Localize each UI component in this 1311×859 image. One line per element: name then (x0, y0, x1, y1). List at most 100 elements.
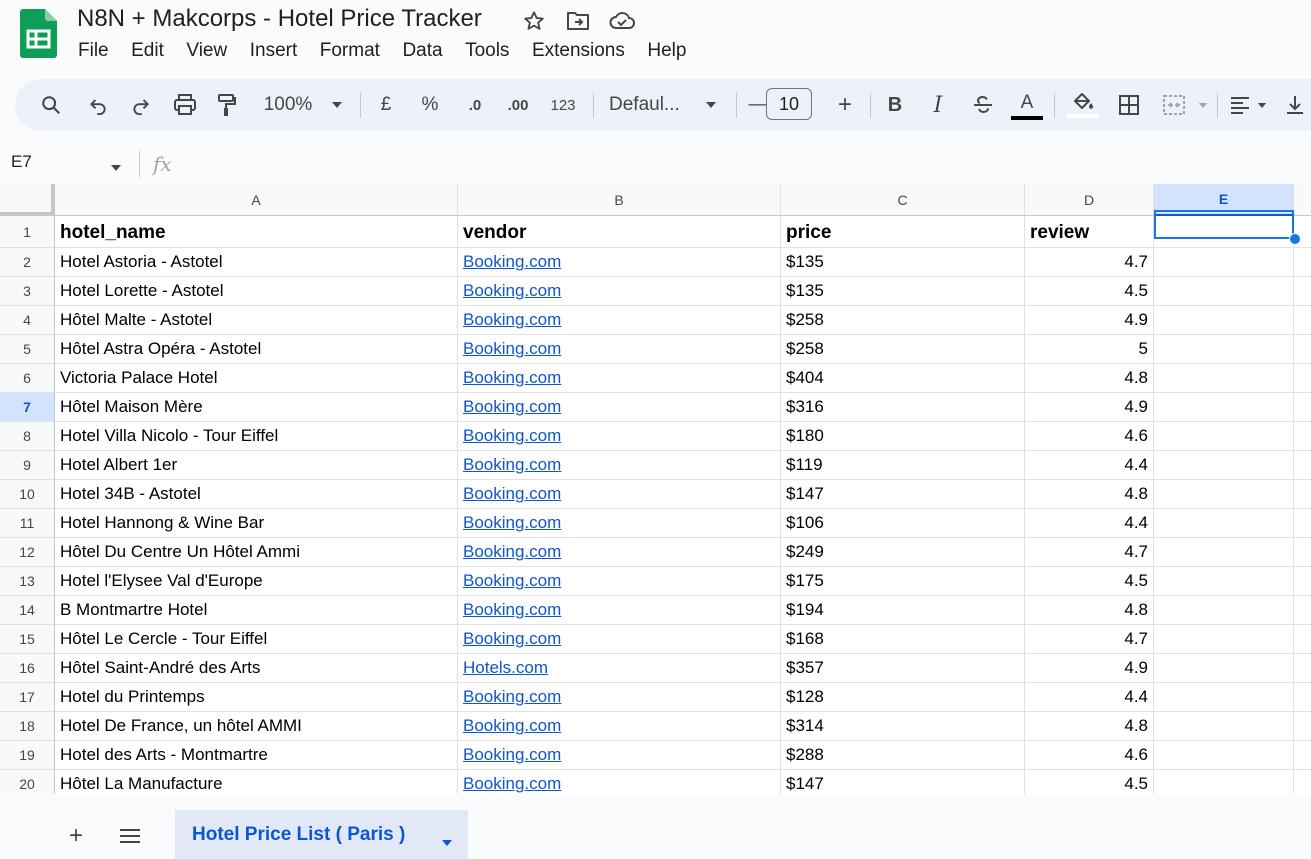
price-cell[interactable]: $180 (781, 422, 1025, 451)
menu-data[interactable]: Data (402, 40, 442, 62)
review-cell[interactable]: 4.7 (1025, 625, 1154, 654)
hotel-name-cell[interactable]: Hôtel Saint-André des Arts (55, 654, 458, 683)
price-cell[interactable]: $119 (781, 451, 1025, 480)
decrease-decimal-button[interactable]: .0 (460, 79, 490, 131)
vendor-link[interactable]: Booking.com (458, 248, 781, 277)
hotel-name-cell[interactable]: Hôtel Du Centre Un Hôtel Ammi (55, 538, 458, 567)
cell-e[interactable] (1154, 393, 1294, 422)
menu-format[interactable]: Format (320, 40, 380, 62)
decrease-font-size-button[interactable]: — (748, 79, 768, 131)
price-cell[interactable]: $249 (781, 538, 1025, 567)
cell-f[interactable] (1294, 538, 1311, 567)
name-box-dropdown-icon[interactable] (110, 159, 122, 177)
column-header-c[interactable]: C (781, 184, 1025, 216)
vendor-link[interactable]: Booking.com (458, 596, 781, 625)
hotel-name-cell[interactable]: Hotel Hannong & Wine Bar (55, 509, 458, 538)
vertical-align-icon[interactable] (1283, 79, 1307, 131)
column-header-f[interactable] (1294, 184, 1311, 216)
redo-icon[interactable] (128, 79, 154, 131)
cell-f[interactable] (1294, 364, 1311, 393)
hotel-name-cell[interactable]: Hotel du Printemps (55, 683, 458, 712)
font-dropdown-icon[interactable] (701, 79, 721, 131)
row-header[interactable]: 19 (0, 741, 55, 770)
cell-e[interactable] (1154, 451, 1294, 480)
currency-format-button[interactable]: £ (375, 79, 397, 131)
cell-e[interactable] (1154, 770, 1294, 794)
vendor-link[interactable]: Booking.com (458, 277, 781, 306)
cell-f[interactable] (1294, 712, 1311, 741)
price-cell[interactable]: $135 (781, 248, 1025, 277)
price-cell[interactable]: $404 (781, 364, 1025, 393)
cell-e[interactable] (1154, 248, 1294, 277)
merge-dropdown-icon[interactable] (1195, 79, 1211, 131)
vendor-link[interactable]: Booking.com (458, 712, 781, 741)
cell-e[interactable] (1154, 567, 1294, 596)
cell-f[interactable] (1294, 422, 1311, 451)
vendor-link[interactable]: Booking.com (458, 625, 781, 654)
cell-f[interactable] (1294, 480, 1311, 509)
hotel-name-cell[interactable]: Hôtel La Manufacture (55, 770, 458, 794)
cell-e[interactable] (1154, 596, 1294, 625)
align-dropdown-icon[interactable] (1255, 79, 1269, 131)
row-header[interactable]: 13 (0, 567, 55, 596)
cell-e[interactable] (1154, 422, 1294, 451)
cell-f[interactable] (1294, 683, 1311, 712)
document-title[interactable]: N8N + Makcorps - Hotel Price Tracker (77, 5, 482, 33)
hotel-name-cell[interactable]: B Montmartre Hotel (55, 596, 458, 625)
row-header[interactable]: 20 (0, 770, 55, 794)
cell-e[interactable] (1154, 741, 1294, 770)
row-header[interactable]: 14 (0, 596, 55, 625)
hotel-name-cell[interactable]: Hôtel Astra Opéra - Astotel (55, 335, 458, 364)
cell-f[interactable] (1294, 306, 1311, 335)
price-cell[interactable]: $258 (781, 335, 1025, 364)
hotel-name-cell[interactable]: Hotel des Arts - Montmartre (55, 741, 458, 770)
move-folder-icon[interactable] (563, 8, 593, 34)
vendor-link[interactable]: Hotels.com (458, 654, 781, 683)
paint-format-icon[interactable] (214, 79, 240, 131)
menu-file[interactable]: File (78, 40, 109, 62)
hotel-name-cell[interactable]: Victoria Palace Hotel (55, 364, 458, 393)
vendor-link[interactable]: Booking.com (458, 741, 781, 770)
cell-f[interactable] (1294, 741, 1311, 770)
hotel-name-cell[interactable]: Hotel Albert 1er (55, 451, 458, 480)
row-header[interactable]: 8 (0, 422, 55, 451)
cell-e[interactable] (1154, 364, 1294, 393)
hotel-name-cell[interactable]: Hotel l'Elysee Val d'Europe (55, 567, 458, 596)
vendor-link[interactable]: Booking.com (458, 538, 781, 567)
review-cell[interactable]: 4.9 (1025, 306, 1154, 335)
cell-e[interactable] (1154, 625, 1294, 654)
vendor-link[interactable]: Booking.com (458, 306, 781, 335)
review-cell[interactable]: 4.7 (1025, 538, 1154, 567)
vendor-link[interactable]: Booking.com (458, 393, 781, 422)
selected-cell-e7[interactable] (1154, 210, 1294, 239)
merge-cells-icon[interactable] (1160, 79, 1188, 131)
borders-icon[interactable] (1116, 79, 1142, 131)
sheets-logo-icon[interactable] (20, 9, 57, 58)
price-cell[interactable]: $357 (781, 654, 1025, 683)
star-icon[interactable] (519, 8, 549, 34)
select-all-corner[interactable] (0, 184, 55, 216)
hotel-name-cell[interactable]: Hôtel Maison Mère (55, 393, 458, 422)
menu-view[interactable]: View (186, 40, 227, 62)
price-cell[interactable]: $106 (781, 509, 1025, 538)
cell-e[interactable] (1154, 480, 1294, 509)
menu-edit[interactable]: Edit (131, 40, 164, 62)
vendor-link[interactable]: Booking.com (458, 335, 781, 364)
all-sheets-icon[interactable] (114, 820, 146, 852)
strikethrough-icon[interactable] (970, 79, 996, 131)
hotel-name-cell[interactable]: Hotel De France, un hôtel AMMI (55, 712, 458, 741)
row-header[interactable]: 11 (0, 509, 55, 538)
add-sheet-button[interactable]: + (60, 820, 92, 852)
vendor-link[interactable]: Booking.com (458, 480, 781, 509)
text-color-button[interactable]: A (1011, 79, 1043, 131)
increase-font-size-button[interactable]: + (833, 79, 857, 131)
cloud-status-icon[interactable] (607, 8, 637, 34)
vendor-link[interactable]: Booking.com (458, 364, 781, 393)
fill-color-icon[interactable] (1067, 79, 1099, 131)
percent-format-button[interactable]: % (418, 79, 442, 131)
sheet-tab-dropdown-icon[interactable] (441, 831, 453, 853)
bold-button[interactable]: B (884, 79, 906, 131)
row-header[interactable]: 1 (0, 216, 55, 248)
row-header[interactable]: 6 (0, 364, 55, 393)
review-cell[interactable]: 4.6 (1025, 422, 1154, 451)
